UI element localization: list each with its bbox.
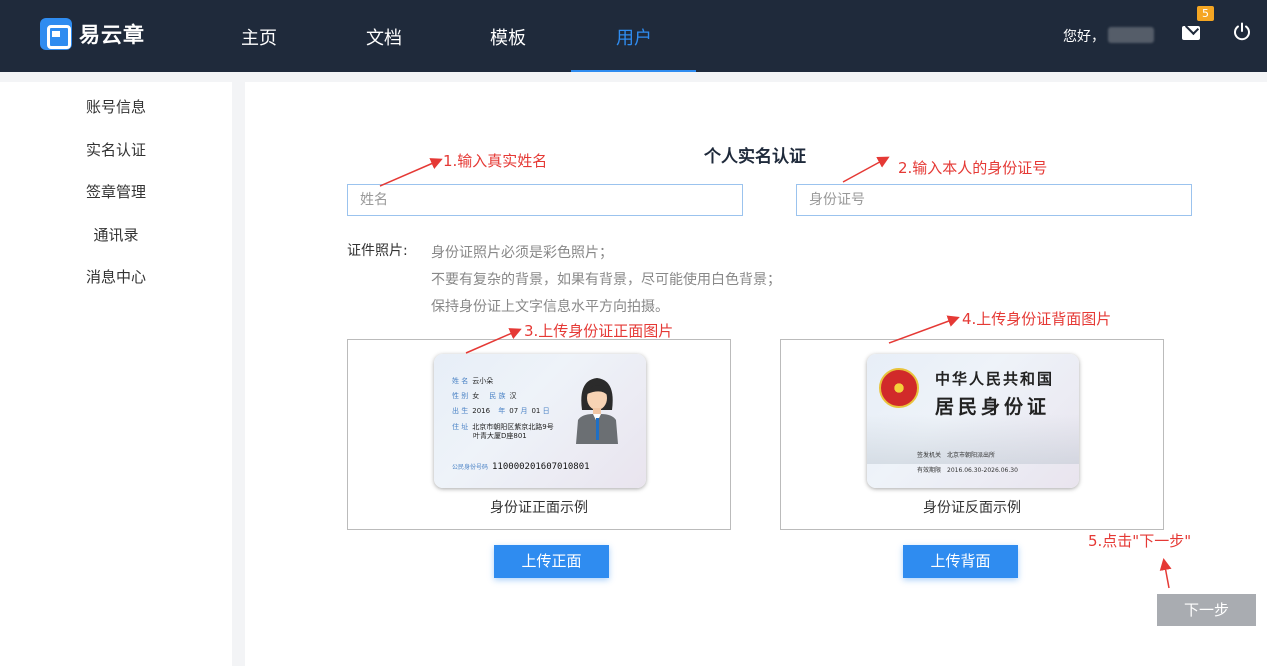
nav-user[interactable]: 用户	[616, 24, 652, 50]
next-step-button[interactable]: 下一步	[1157, 594, 1256, 626]
sidebar-item-verification[interactable]: 实名认证	[0, 139, 232, 160]
annotation-step3: 3.上传身份证正面图片	[524, 322, 674, 340]
sidebar-item-account[interactable]: 账号信息	[0, 96, 232, 117]
name-input[interactable]	[347, 184, 743, 216]
sidebar-item-seal-management[interactable]: 签章管理	[0, 181, 232, 202]
id-number-input[interactable]	[796, 184, 1192, 216]
nav-documents[interactable]: 文档	[366, 24, 402, 50]
front-upload-area[interactable]: 姓 名云小朵 性 别女民 族汉 出 生 2016 年 07 月 01 日 住 址北京市…	[347, 339, 731, 530]
mail-count-badge: 5	[1197, 6, 1214, 21]
front-card-caption: 身份证正面示例	[490, 500, 588, 516]
top-navbar: 易云章 主页 文档 模板 用户 您好， 5	[0, 0, 1267, 72]
requirement-line: 保持身份证上文字信息水平方向拍摄。	[431, 299, 669, 315]
mail-icon[interactable]	[1182, 26, 1200, 40]
portrait-illustration	[576, 378, 618, 444]
annotation-step1: 1.输入真实姓名	[443, 152, 548, 170]
logo-icon	[40, 18, 72, 50]
annotation-step2: 2.输入本人的身份证号	[898, 159, 1048, 177]
requirement-line: 不要有复杂的背景，如果有背景，尽可能使用白色背景；	[431, 272, 781, 288]
nav-home[interactable]: 主页	[241, 24, 277, 50]
back-card-caption: 身份证反面示例	[923, 500, 1021, 516]
power-icon[interactable]	[1232, 22, 1252, 42]
greeting-text: 您好，	[1063, 29, 1105, 45]
requirement-line: 身份证照片必须是彩色照片；	[431, 245, 613, 261]
page-title: 个人实名认证	[704, 147, 806, 167]
nav-templates[interactable]: 模板	[490, 24, 526, 50]
annotation-step5: 5.点击"下一步"	[1088, 532, 1192, 550]
upload-front-button[interactable]: 上传正面	[494, 545, 609, 578]
id-card-front-sample: 姓 名云小朵 性 别女民 族汉 出 生 2016 年 07 月 01 日 住 址北京市…	[434, 354, 646, 488]
back-upload-area[interactable]: 中华人民共和国 居民身份证 签发机关 北京市朝阳派出所 有效期限 2016.06.3…	[780, 339, 1164, 530]
id-card-back-sample: 中华人民共和国 居民身份证 签发机关 北京市朝阳派出所 有效期限 2016.06.3…	[867, 354, 1079, 488]
national-emblem-icon	[879, 368, 919, 408]
active-nav-indicator	[571, 70, 696, 72]
logo[interactable]: 易云章	[40, 18, 145, 50]
photo-label: 证件照片:	[347, 243, 408, 259]
username-redacted	[1108, 27, 1154, 43]
sidebar-item-contacts[interactable]: 通讯录	[0, 224, 232, 245]
sidebar-item-messages[interactable]: 消息中心	[0, 266, 232, 287]
upload-back-button[interactable]: 上传背面	[903, 545, 1018, 578]
sidebar: 账号信息 实名认证 签章管理 通讯录 消息中心	[0, 82, 232, 666]
annotation-step4: 4.上传身份证背面图片	[962, 310, 1112, 328]
logo-text: 易云章	[79, 23, 145, 47]
